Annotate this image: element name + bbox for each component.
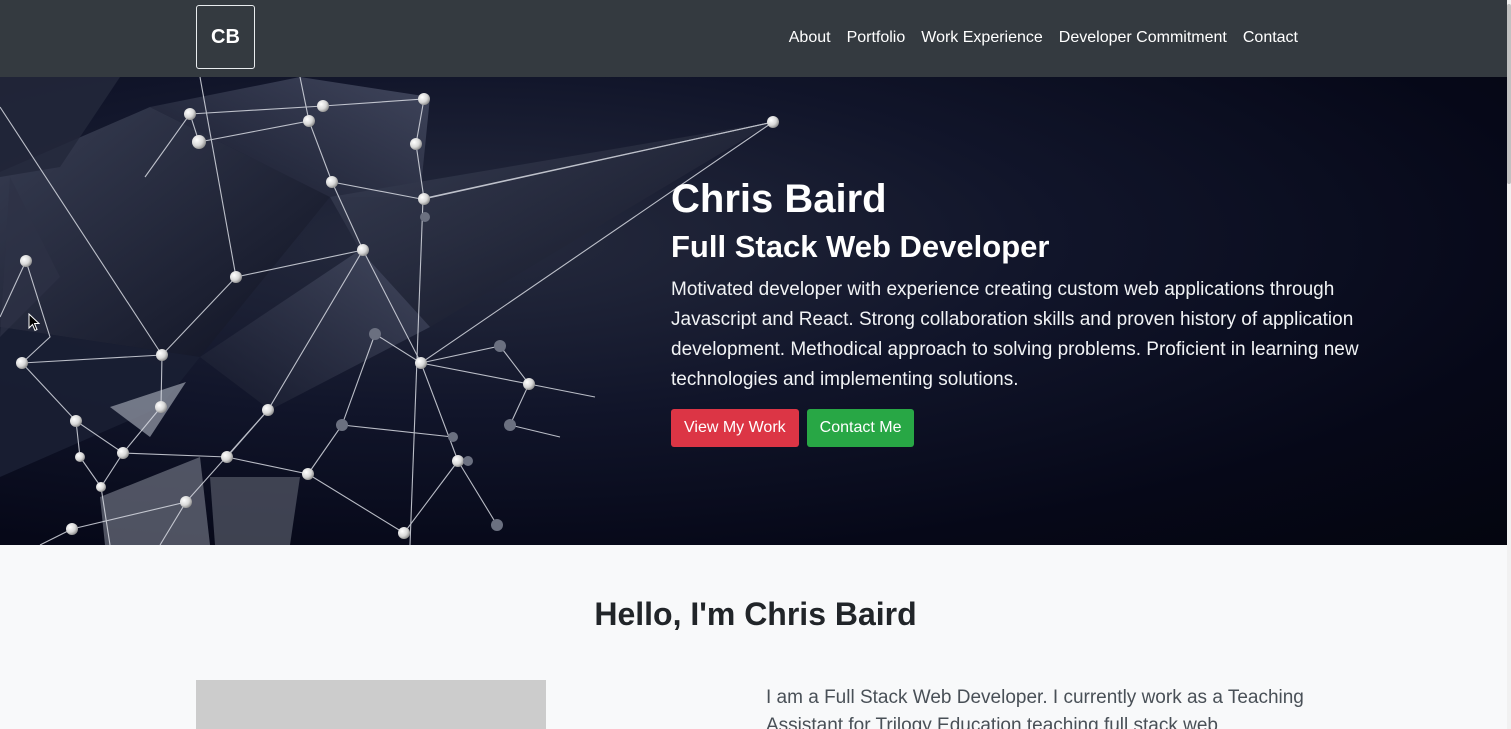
hero-role: Full Stack Web Developer [671,229,1050,264]
profile-photo-placeholder [196,680,546,729]
brand-logo[interactable]: CB [196,5,255,69]
nav-link-contact[interactable]: Contact [1243,28,1298,48]
hero-description: Motivated developer with experience crea… [671,279,1359,390]
about-text: I am a Full Stack Web Developer. I curre… [766,687,1304,729]
nav-link-developer-commitment[interactable]: Developer Commitment [1059,28,1227,48]
hero-content: Chris Baird Full Stack Web Developer Mot… [671,175,1371,447]
about-title: Hello, I'm Chris Baird [594,596,917,632]
nav-link-work-experience[interactable]: Work Experience [921,28,1043,48]
nav-link-about[interactable]: About [789,28,831,48]
view-my-work-button[interactable]: View My Work [671,409,799,447]
hero-name: Chris Baird [671,177,887,221]
nav-link-portfolio[interactable]: Portfolio [847,28,906,48]
contact-me-button[interactable]: Contact Me [806,409,915,447]
hero-buttons: View My Work Contact Me [671,409,1371,447]
nav-links: About Portfolio Work Experience Develope… [789,28,1298,48]
scrollbar[interactable] [1507,0,1511,729]
navbar: CB About Portfolio Work Experience Devel… [0,0,1511,77]
mouse-cursor-icon [28,313,40,332]
hero-section: Chris Baird Full Stack Web Developer Mot… [0,77,1511,545]
scrollbar-thumb[interactable] [1507,4,1511,184]
